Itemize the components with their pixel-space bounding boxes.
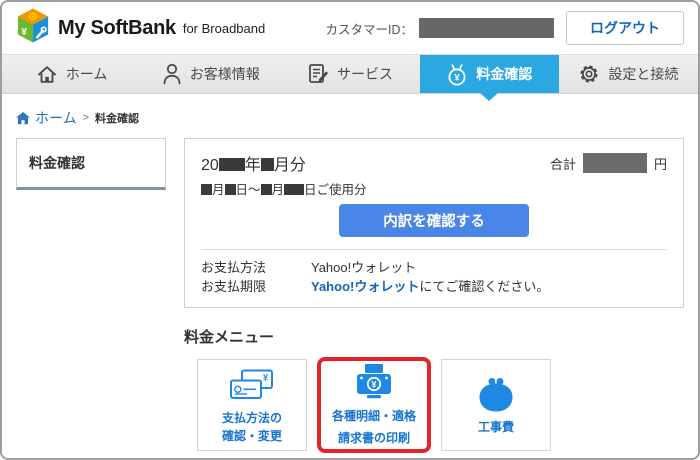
nav-item-settings[interactable]: 設定と接続 <box>559 55 698 93</box>
nav-label: ホーム <box>65 66 108 82</box>
svg-text:¥: ¥ <box>371 379 376 389</box>
svg-text:¥: ¥ <box>455 73 461 84</box>
nav-item-customer-info[interactable]: お客様情報 <box>141 55 280 93</box>
redacted-date <box>201 184 212 195</box>
svg-text:¥: ¥ <box>263 372 268 382</box>
payment-method-value: Yahoo!ウォレット <box>311 260 417 275</box>
redacted-date <box>224 184 236 195</box>
breadcrumb-current: 料金確認 <box>95 113 140 125</box>
nav-item-services[interactable]: サービス <box>280 55 419 93</box>
brand-title: My SoftBank <box>58 16 176 39</box>
printer-yen-icon: ¥ <box>354 362 394 400</box>
total-unit: 円 <box>653 156 667 172</box>
redacted-month <box>260 158 274 171</box>
redacted-customer-id <box>419 18 554 38</box>
logout-button[interactable]: ログアウト <box>566 11 684 45</box>
breadcrumb-home-label: ホーム <box>35 110 77 126</box>
fee-menu-label: 工事費 <box>477 420 514 435</box>
home-icon <box>37 66 56 83</box>
billing-usage-range: 月日～月日ご使用分 <box>201 179 367 198</box>
fee-menu-construction-fee[interactable]: 工事費 <box>441 358 551 451</box>
billing-divider <box>201 249 667 250</box>
main-nav: ホーム お客様情報 サービス ¥ 料金確認 設定と接続 <box>2 54 698 94</box>
fee-menu-label: 各種明細・適格 請求書の印刷 <box>331 409 416 446</box>
credit-cards-icon: ¥ <box>229 366 275 404</box>
coin-purse-icon <box>475 375 517 413</box>
svg-text:¥: ¥ <box>21 27 27 38</box>
billing-period-block: 20 年月分 月日～月日ご使用分 <box>201 151 367 198</box>
nav-label: お客様情報 <box>189 66 260 82</box>
billing-total: 合計 円 <box>550 153 667 173</box>
fee-menu-label: 支払方法の 確認・変更 <box>221 411 282 444</box>
payment-due-row: お支払期限 Yahoo!ウォレットにてご確認ください。 <box>201 278 667 297</box>
breadcrumb-home-link[interactable]: ホーム <box>16 108 77 128</box>
gear-icon <box>580 65 598 83</box>
header: ¥ My SoftBank for Broadband カスタマーID： ログア… <box>2 2 698 54</box>
billing-summary-box: 20 年月分 月日～月日ご使用分 合計 円 内訳を確認する お支払方法 Yaho… <box>184 138 684 308</box>
redacted-date <box>260 184 272 195</box>
fee-menu-heading: 料金メニュー <box>184 328 275 346</box>
payment-due-label: お支払期限 <box>201 278 267 294</box>
fee-menu-row: ¥ 支払方法の 確認・変更 ¥ 各種明細・適格 請求書の印刷 工事費 <box>197 356 684 453</box>
service-doc-icon <box>309 64 328 83</box>
nav-label: サービス <box>337 66 393 82</box>
nav-label: 料金確認 <box>476 66 533 82</box>
redacted-year <box>218 158 245 171</box>
redacted-date <box>284 184 305 195</box>
nav-item-home[interactable]: ホーム <box>2 55 141 93</box>
payment-due-value: Yahoo!ウォレットにてご確認ください。 <box>311 278 550 294</box>
breadcrumb: ホーム > 料金確認 <box>16 108 684 128</box>
fee-menu-payment-method[interactable]: ¥ 支払方法の 確認・変更 <box>197 358 307 451</box>
view-breakdown-button[interactable]: 内訳を確認する <box>339 204 529 237</box>
brand-subtitle: for Broadband <box>182 20 266 36</box>
yahoo-wallet-link[interactable]: Yahoo!ウォレット <box>311 279 419 294</box>
content-area: ホーム > 料金確認 料金確認 20 年月分 月 日～ 月 日ご使用分 合計 円… <box>2 108 698 458</box>
payment-method-row: お支払方法 Yahoo!ウォレット <box>201 259 667 278</box>
my-softbank-page: ¥ My SoftBank for Broadband カスタマーID： ログア… <box>0 0 700 460</box>
nav-label: 設定と接続 <box>608 66 679 82</box>
nav-item-fee-check[interactable]: ¥ 料金確認 <box>419 55 559 93</box>
billing-period-title: 20 年月分 <box>201 157 306 174</box>
home-icon <box>16 111 30 124</box>
total-label: 合計 <box>549 156 576 172</box>
user-icon <box>163 63 181 85</box>
redacted-total-amount <box>582 153 647 173</box>
fee-menu-invoice-print[interactable]: ¥ 各種明細・適格 請求書の印刷 <box>317 356 431 453</box>
sidebar-item-fee-check[interactable]: 料金確認 <box>16 138 166 190</box>
softbank-cube-logo-icon: ¥ <box>16 7 50 49</box>
payment-method-label: お支払方法 <box>201 260 267 275</box>
customer-id-label: カスタマーID： <box>325 22 413 37</box>
breadcrumb-separator: > <box>82 112 90 124</box>
main-column: 20 年月分 月日～月日ご使用分 合計 円 内訳を確認する お支払方法 Yaho… <box>184 138 684 458</box>
money-pouch-icon: ¥ <box>448 64 466 86</box>
